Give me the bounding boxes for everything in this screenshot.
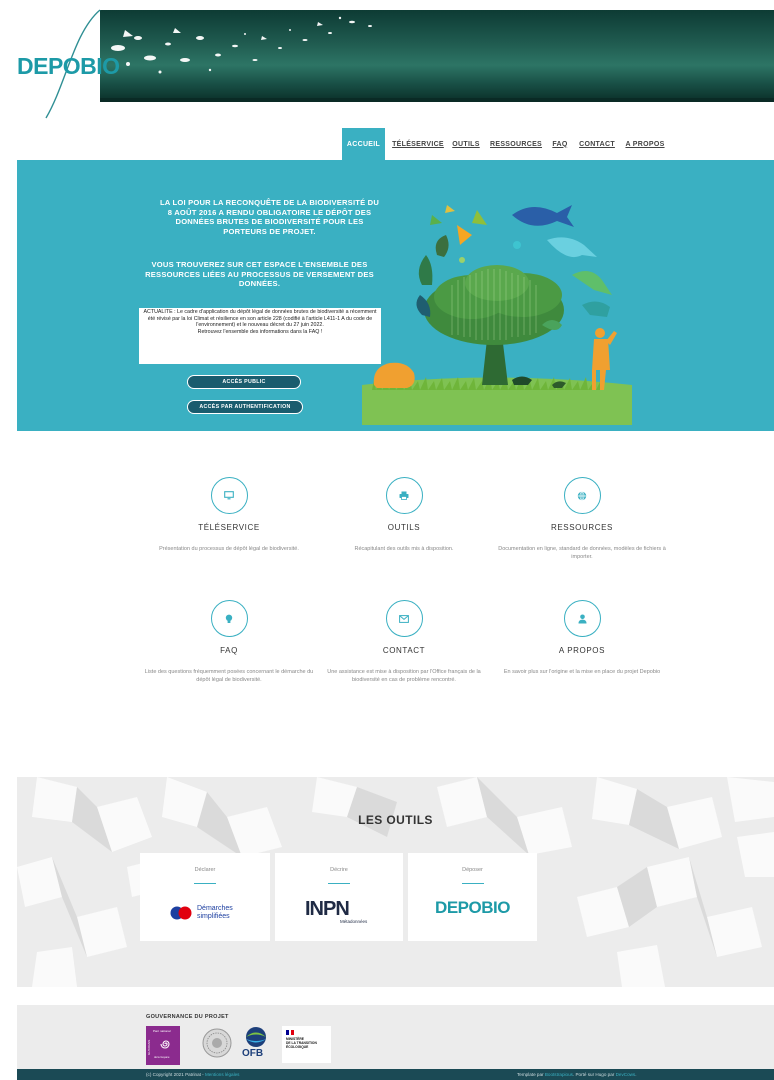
governance-section: GOUVERNANCE DU PROJET GUYANAIS Parc nati… bbox=[17, 1005, 774, 1069]
legal-notice-link[interactable]: Mentions légales bbox=[205, 1072, 239, 1077]
site-header: DEPOBIO bbox=[0, 0, 774, 120]
ofb-logo[interactable]: OFB bbox=[239, 1026, 273, 1066]
site-footer: (c) Copyright 2021 Patrinat - Mentions l… bbox=[17, 1069, 774, 1080]
tool-card-declarer[interactable]: Déclarer Démarches simplifiées bbox=[140, 853, 270, 941]
service-description: Récapitulant des outils mis à dispositio… bbox=[354, 546, 454, 552]
service-title: OUTILS bbox=[387, 523, 421, 532]
tool-card-divider bbox=[461, 883, 484, 884]
tool-card-label: Déclarer bbox=[194, 867, 216, 873]
depobio-logo: DEPOBIO bbox=[435, 898, 510, 917]
service-teleservice[interactable]: TÉLÉSERVICE Présentation du processus de… bbox=[134, 477, 324, 554]
service-description: Présentation du processus de dépôt légal… bbox=[159, 546, 299, 552]
template-credit-text: Template par bbox=[517, 1072, 545, 1077]
tool-card-divider bbox=[328, 883, 350, 884]
news-notice-faq-link[interactable]: Retrouvez l'ensemble des informations da… bbox=[198, 329, 323, 335]
ministere-transition-ecologique-logo[interactable]: MINISTÈRE DE LA TRANSITION ÉCOLOGIQUE bbox=[282, 1026, 331, 1063]
nav-item-contact[interactable]: CONTACT bbox=[577, 128, 617, 160]
nav-item-a-propos[interactable]: A PROPOS bbox=[624, 128, 666, 160]
nav-item-faq[interactable]: FAQ bbox=[550, 128, 570, 160]
hero-title: LA LOI POUR LA RECONQUÊTE DE LA BIODIVER… bbox=[159, 198, 380, 236]
service-a-propos[interactable]: A PROPOS En savoir plus sur l'origine et… bbox=[487, 600, 677, 677]
news-notice: ACTUALITE : Le cadre d'application du dé… bbox=[139, 308, 381, 364]
service-outils[interactable]: OUTILS Récapitulant des outils mis à dis… bbox=[309, 477, 499, 554]
ofb-logo-mark bbox=[246, 1027, 266, 1047]
service-title: A PROPOS bbox=[558, 646, 606, 655]
nav-item-ressources[interactable]: RESSOURCES bbox=[490, 128, 542, 160]
tool-card-label: Déposer bbox=[462, 867, 483, 873]
authenticated-access-button[interactable]: ACCÈS PAR AUTHENTIFICATION bbox=[187, 400, 303, 414]
governance-title: GOUVERNANCE DU PROJET bbox=[146, 1014, 229, 1020]
demarches-logo-line2: simplifiées bbox=[197, 913, 230, 920]
credit-end: . bbox=[635, 1072, 637, 1077]
user-icon bbox=[563, 600, 601, 637]
service-ressources[interactable]: RESSOURCES Documentation en ligne, stand… bbox=[487, 477, 677, 561]
museum-logo[interactable] bbox=[202, 1028, 232, 1058]
pn-logo-text: Parc national bbox=[153, 1029, 171, 1033]
tool-card-deposer[interactable]: Déposer DEPOBIO bbox=[408, 853, 537, 941]
nav-item-accueil[interactable]: ACCUEIL bbox=[342, 128, 385, 160]
service-title: RESSOURCES bbox=[550, 523, 613, 532]
tool-card-divider bbox=[194, 883, 216, 884]
french-flag-icon bbox=[286, 1030, 295, 1035]
public-access-button[interactable]: ACCÈS PUBLIC bbox=[187, 375, 301, 389]
demarches-simplifiees-logo: Démarches simplifiées bbox=[170, 903, 250, 923]
parc-national-guyane-logo[interactable]: GUYANAIS Parc national de la Guyane bbox=[146, 1026, 180, 1065]
service-contact[interactable]: CONTACT Une assistance est mise à dispos… bbox=[309, 600, 499, 684]
service-title: FAQ bbox=[220, 646, 238, 655]
main-nav: ACCUEIL TÉLÉSERVICE OUTILS RESSOURCES FA… bbox=[0, 128, 774, 160]
hero-subtitle: VOUS TROUVEREZ SUR CET ESPACE L'ENSEMBLE… bbox=[145, 260, 374, 288]
service-title: CONTACT bbox=[382, 646, 426, 655]
monitor-icon bbox=[210, 477, 248, 514]
tool-card-label: Décrire bbox=[330, 867, 348, 873]
service-title: TÉLÉSERVICE bbox=[198, 523, 260, 532]
copyright: (c) Copyright 2021 Patrinat - Mentions l… bbox=[146, 1072, 239, 1077]
lightbulb-icon bbox=[210, 600, 248, 637]
tools-title: LES OUTILS bbox=[358, 813, 433, 827]
site-logo[interactable]: DEPOBIO bbox=[17, 53, 120, 80]
tools-section: LES OUTILS Déclarer Démarches simplifiée… bbox=[17, 777, 774, 987]
hero-section: LA LOI POUR LA RECONQUÊTE DE LA BIODIVER… bbox=[17, 160, 774, 431]
inpn-logo-subtitle: Métadonnées bbox=[340, 919, 368, 924]
template-credits: Template par Bootstrapious. Porté sur Hu… bbox=[517, 1072, 637, 1077]
ofb-logo-text: OFB bbox=[242, 1048, 264, 1059]
globe-icon bbox=[563, 477, 601, 514]
service-faq[interactable]: FAQ Liste des questions fréquemment posé… bbox=[134, 600, 324, 684]
ported-credit-text: . Porté sur Hugo par bbox=[572, 1072, 616, 1077]
inpn-logo-text: INPN bbox=[305, 898, 350, 920]
inpn-logo: INPN Métadonnées bbox=[305, 898, 375, 928]
service-description: En savoir plus sur l'origine et la mise … bbox=[503, 669, 661, 675]
biodiversity-tree-illustration bbox=[362, 205, 632, 425]
pn-logo-subtext: de la Guyane bbox=[154, 1056, 170, 1059]
copyright-text: (c) Copyright 2021 Patrinat - bbox=[146, 1072, 205, 1077]
service-description: Liste des questions fréquemment posées c… bbox=[144, 669, 314, 683]
service-description: Une assistance est mise à disposition pa… bbox=[327, 669, 481, 683]
ministry-line: ÉCOLOGIQUE bbox=[286, 1045, 309, 1049]
envelope-icon bbox=[385, 600, 423, 637]
bootstrapious-link[interactable]: Bootstrapious bbox=[545, 1072, 573, 1077]
spiral-icon bbox=[160, 1040, 170, 1049]
devcows-link[interactable]: DevCows bbox=[616, 1072, 636, 1077]
tool-card-decrire[interactable]: Décrire INPN Métadonnées bbox=[275, 853, 403, 941]
demarches-logo-line1: Démarches bbox=[197, 905, 233, 912]
service-description: Documentation en ligne, standard de donn… bbox=[498, 546, 666, 560]
nav-item-outils[interactable]: OUTILS bbox=[450, 128, 482, 160]
pn-logo-vertical-text: GUYANAIS bbox=[147, 1039, 151, 1055]
printer-icon bbox=[385, 477, 423, 514]
nav-item-teleservice[interactable]: TÉLÉSERVICE bbox=[390, 128, 446, 160]
news-notice-text: ACTUALITE : Le cadre d'application du dé… bbox=[143, 309, 377, 329]
